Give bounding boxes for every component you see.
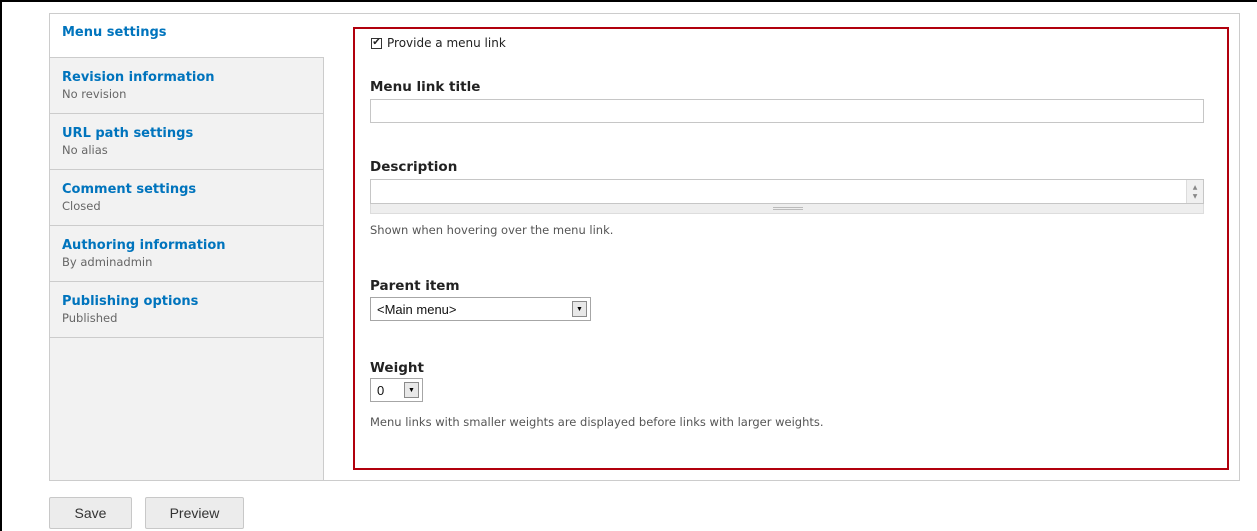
tab-authoring-information[interactable]: Authoring information By adminadmin: [50, 226, 323, 282]
tab-title[interactable]: Revision information: [62, 70, 323, 86]
vertical-tabs-list: Menu settings Revision information No re…: [50, 14, 324, 480]
chevron-down-icon[interactable]: ▼: [572, 301, 587, 317]
menu-link-title-input[interactable]: [370, 99, 1204, 123]
tab-summary: No alias: [62, 143, 108, 157]
weight-select[interactable]: 0 ▼: [370, 378, 423, 402]
tab-summary: By adminadmin: [62, 255, 153, 269]
tab-menu-settings[interactable]: Menu settings: [50, 14, 324, 58]
tab-summary: Published: [62, 311, 118, 325]
description-textarea[interactable]: ▲ ▼: [370, 179, 1204, 204]
description-help-text: Shown when hovering over the menu link.: [370, 223, 614, 237]
parent-item-label: Parent item: [370, 278, 460, 294]
parent-item-select[interactable]: <Main menu> ▼: [370, 297, 591, 321]
weight-value: 0: [377, 382, 385, 398]
tab-title[interactable]: Authoring information: [62, 238, 323, 254]
save-button[interactable]: Save: [49, 497, 132, 529]
weight-label: Weight: [370, 360, 424, 376]
tab-revision-information[interactable]: Revision information No revision: [50, 58, 323, 114]
tab-publishing-options[interactable]: Publishing options Published: [50, 282, 323, 338]
tab-summary: Closed: [62, 199, 101, 213]
menu-link-title-label: Menu link title: [370, 79, 481, 95]
tab-title[interactable]: Comment settings: [62, 182, 323, 198]
tab-title[interactable]: URL path settings: [62, 126, 323, 142]
tab-url-path-settings[interactable]: URL path settings No alias: [50, 114, 323, 170]
textarea-scrollbar[interactable]: ▲ ▼: [1186, 180, 1203, 203]
preview-button[interactable]: Preview: [145, 497, 244, 529]
tab-title[interactable]: Publishing options: [62, 294, 323, 310]
provide-menu-link-label[interactable]: Provide a menu link: [387, 36, 506, 50]
chevron-down-icon[interactable]: ▼: [404, 382, 419, 398]
menu-settings-pane: ✔ Provide a menu link Menu link title De…: [353, 27, 1229, 470]
provide-menu-link-checkbox[interactable]: ✔: [371, 37, 382, 49]
window-top-border: [0, 0, 1257, 2]
tab-comment-settings[interactable]: Comment settings Closed: [50, 170, 323, 226]
textarea-resize-handle[interactable]: [370, 204, 1204, 214]
provide-menu-link-row: ✔ Provide a menu link: [371, 36, 506, 50]
grip-lines-icon: [773, 207, 803, 210]
checkmark-icon: ✔: [372, 37, 381, 48]
tab-title[interactable]: Menu settings: [62, 25, 324, 41]
tab-summary: No revision: [62, 87, 127, 101]
description-label: Description: [370, 159, 458, 175]
window-left-border: [0, 0, 2, 531]
parent-item-value: <Main menu>: [377, 301, 457, 317]
weight-help-text: Menu links with smaller weights are disp…: [370, 415, 824, 429]
